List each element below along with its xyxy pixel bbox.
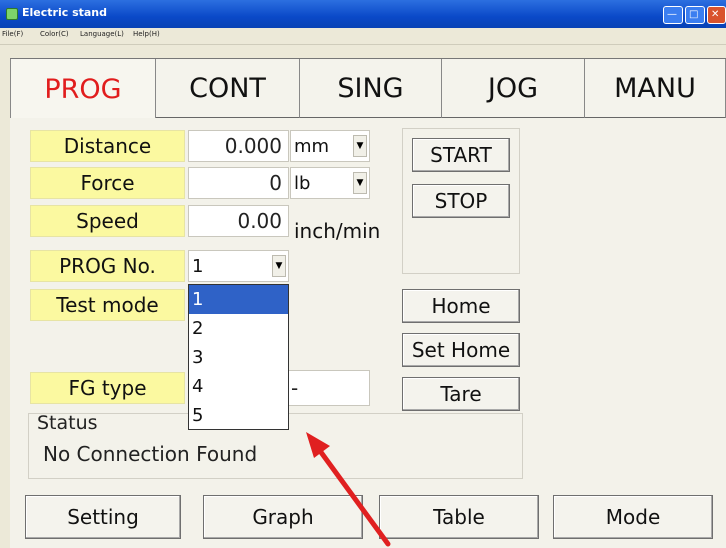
app-window: Electric stand — □ ✕ File(F) Color(C) La… [0,0,726,548]
annotation-arrow [306,432,391,547]
arrow-shaft [312,441,391,547]
arrow-head [306,432,330,458]
